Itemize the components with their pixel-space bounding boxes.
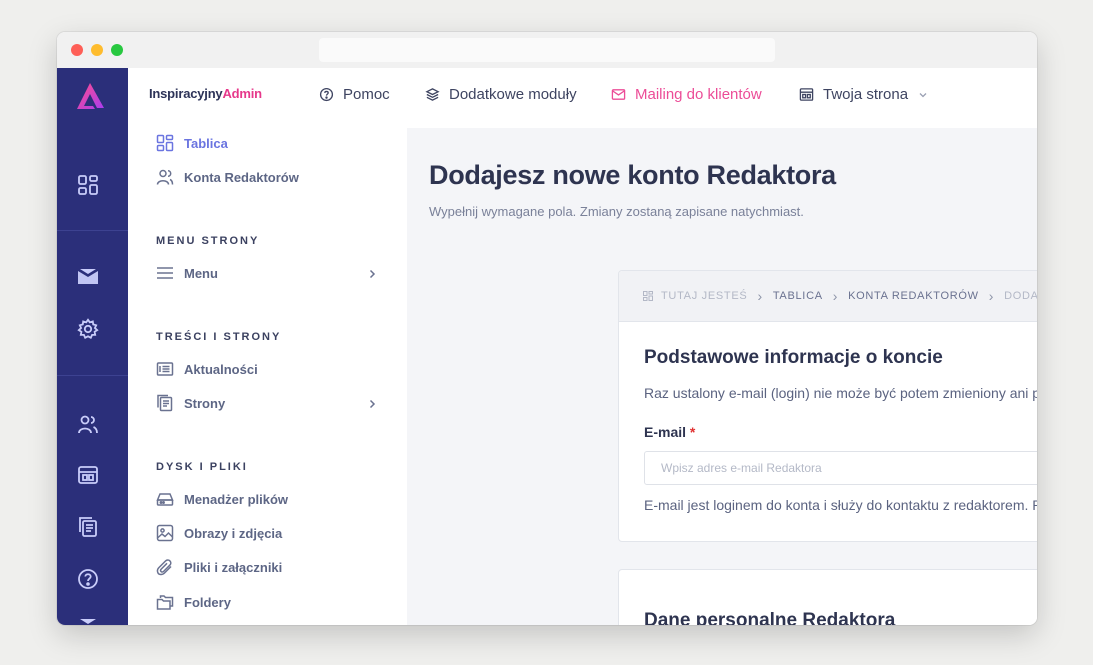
email-field[interactable]	[644, 451, 1037, 485]
help-icon[interactable]	[77, 568, 99, 590]
nav-customer-mailing-label: Mailing do klientów	[635, 86, 762, 103]
section-title: Podstawowe informacje o koncie	[644, 347, 943, 368]
breadcrumb: TUTAJ JESTEŚ › TABLICA › KONTA REDAKTORÓ…	[619, 271, 1037, 322]
nav-your-site[interactable]: Twoja strona	[799, 86, 928, 103]
layout-icon	[799, 88, 814, 101]
layers-icon	[425, 88, 440, 101]
chevron-down-icon[interactable]	[918, 90, 928, 100]
chevron-right-icon[interactable]	[367, 269, 377, 279]
brand-name: Inspiracyjny	[149, 86, 223, 101]
browser-window: InspiracyjnyAdmin Pomoc Dodatkowe moduły…	[57, 32, 1037, 625]
sidebar-item-menu[interactable]: Menu	[156, 264, 218, 282]
nav-your-site-label: Twoja strona	[823, 86, 909, 103]
users-icon[interactable]	[77, 413, 99, 435]
sidebar-item-label: Tablica	[184, 135, 228, 151]
address-bar[interactable]	[319, 38, 775, 62]
menu-icon	[157, 267, 173, 279]
users-icon	[156, 169, 174, 185]
pages-icon	[157, 394, 173, 412]
help-circle-icon	[319, 87, 334, 102]
app-logo-icon[interactable]	[74, 82, 106, 110]
folders-icon	[156, 595, 174, 610]
sidebar-item-file-manager[interactable]: Menadżer plików	[156, 490, 288, 508]
sidebar-item-label: Menadżer plików	[184, 491, 289, 507]
nav-help-label: Pomoc	[343, 86, 390, 103]
nav-help[interactable]: Pomoc	[319, 86, 390, 103]
personal-info-card: Dane personalne Redaktora	[618, 569, 1037, 625]
minimize-window-button[interactable]	[91, 44, 103, 56]
nav-additional-modules-label: Dodatkowe moduły	[449, 86, 577, 103]
main-content: Dodajesz nowe konto Redaktora Wypełnij w…	[407, 128, 1037, 625]
sidebar-item-label: Strony	[184, 395, 226, 411]
pages-icon[interactable]	[77, 516, 99, 538]
sidebar-item-attachments[interactable]: Pliki i załączniki	[156, 558, 282, 576]
required-marker: *	[689, 424, 696, 440]
sidebar-item-label: Obrazy i zdjęcia	[184, 525, 283, 541]
sidebar-item-label: Menu	[184, 265, 218, 281]
breadcrumb-item-dashboard[interactable]: TABLICA	[773, 290, 823, 302]
drive-icon	[156, 493, 174, 506]
rail-divider	[57, 230, 128, 231]
mail-icon[interactable]	[77, 266, 99, 288]
maximize-window-button[interactable]	[111, 44, 123, 56]
sidebar-item-folders[interactable]: Foldery	[156, 593, 231, 611]
sidebar-item-label: Aktualności	[184, 361, 258, 377]
layout-icon[interactable]	[77, 464, 99, 486]
brand-name-accent: Admin	[222, 86, 262, 101]
sidebar-section-heading: MENU STRONY	[156, 235, 260, 247]
sidebar-section-heading: DYSK I PLIKI	[156, 461, 248, 473]
email-field-label: E-mail *	[644, 424, 695, 440]
sidebar-item-pages[interactable]: Strony	[156, 394, 225, 412]
sidebar-item-label: Konta Redaktorów	[184, 169, 299, 185]
sidebar-menu: Tablica Konta Redaktorów MENU STRONY Men…	[128, 128, 408, 625]
breadcrumb-item-editor-accounts[interactable]: KONTA REDAKTORÓW	[848, 290, 979, 302]
brand-logo-text[interactable]: InspiracyjnyAdmin	[149, 86, 262, 101]
email-help-text: E-mail jest loginem do konta i służy do …	[644, 497, 1037, 513]
email-label-text: E-mail	[644, 424, 687, 440]
section-title: Dane personalne Redaktora	[644, 610, 896, 625]
sidebar-item-editor-accounts[interactable]: Konta Redaktorów	[156, 168, 299, 186]
mailbox-icon	[611, 89, 626, 100]
dashboard-icon	[643, 291, 653, 301]
breadcrumb-prefix: TUTAJ JESTEŚ	[661, 290, 748, 302]
page-title: Dodajesz nowe konto Redaktora	[429, 160, 836, 190]
breadcrumb-item-current: DODA	[1004, 290, 1037, 302]
breadcrumb-separator-icon: ›	[988, 288, 995, 304]
browser-titlebar	[57, 32, 1037, 69]
nav-customer-mailing[interactable]: Mailing do klientów	[611, 86, 762, 103]
breadcrumb-separator-icon: ›	[832, 288, 839, 304]
sidebar-item-label: Foldery	[184, 594, 231, 610]
page-subtitle: Wypełnij wymagane pola. Zmiany zostaną z…	[429, 204, 804, 219]
mail-icon[interactable]	[77, 616, 99, 625]
sidebar-item-images[interactable]: Obrazy i zdjęcia	[156, 524, 282, 542]
paperclip-icon	[156, 559, 172, 576]
sidebar-item-dashboard[interactable]: Tablica	[156, 134, 228, 152]
settings-icon[interactable]	[77, 318, 99, 340]
sidebar-item-label: Pliki i załączniki	[184, 559, 283, 575]
sidebar-item-news[interactable]: Aktualności	[156, 360, 258, 378]
dashboard-icon	[156, 134, 174, 152]
dashboard-icon[interactable]	[77, 174, 99, 196]
section-description: Raz ustalony e-mail (login) nie może być…	[644, 385, 1037, 401]
news-icon	[156, 362, 174, 376]
chevron-right-icon[interactable]	[367, 399, 377, 409]
icon-rail	[57, 68, 128, 625]
close-window-button[interactable]	[71, 44, 83, 56]
nav-additional-modules[interactable]: Dodatkowe moduły	[425, 86, 577, 103]
breadcrumb-separator-icon: ›	[757, 288, 763, 304]
image-icon	[156, 524, 174, 542]
sidebar-section-heading: TREŚCI I STRONY	[156, 331, 282, 343]
basic-info-card: TUTAJ JESTEŚ › TABLICA › KONTA REDAKTORÓ…	[618, 270, 1037, 542]
rail-divider	[57, 375, 128, 376]
